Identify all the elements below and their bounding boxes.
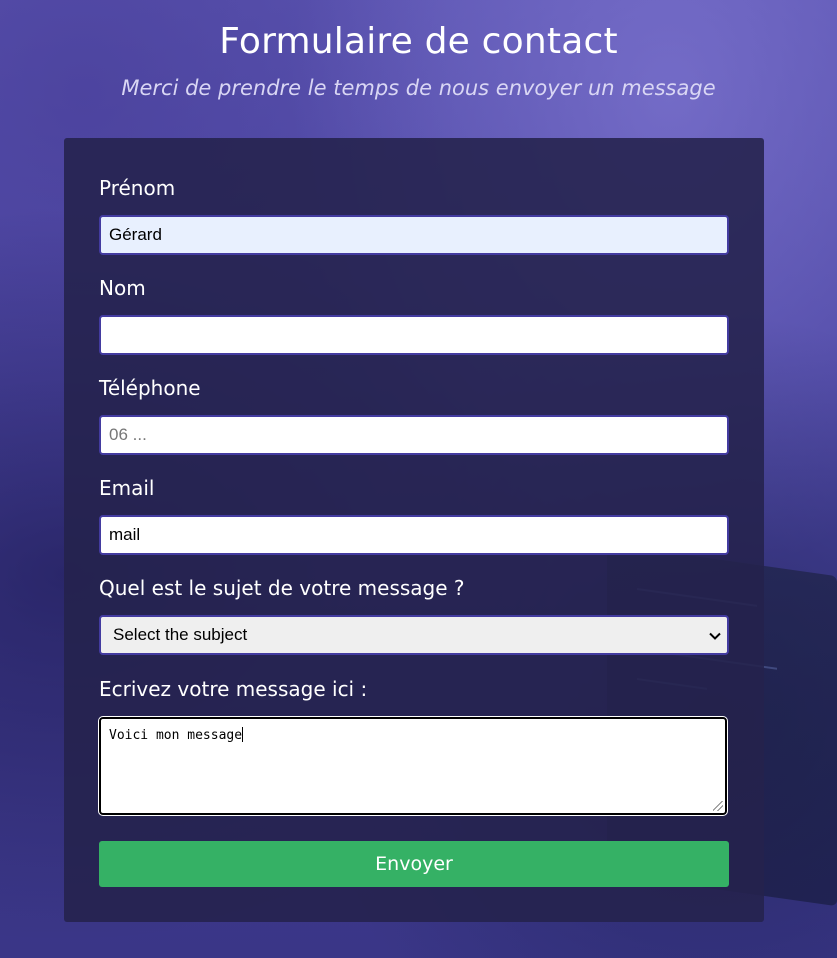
phone-group: Téléphone 06 ... bbox=[99, 374, 729, 455]
resize-handle-icon[interactable] bbox=[713, 801, 723, 811]
lastname-input[interactable] bbox=[99, 315, 729, 355]
phone-placeholder: 06 ... bbox=[109, 425, 147, 444]
page-title: Formulaire de contact bbox=[219, 21, 618, 62]
lastname-label: Nom bbox=[99, 276, 146, 300]
email-value: mail bbox=[109, 525, 141, 544]
firstname-value: Gérard bbox=[109, 225, 162, 244]
message-label: Ecrivez votre message ici : bbox=[99, 677, 368, 701]
subject-select[interactable]: Select the subject bbox=[99, 615, 729, 655]
firstname-group: Prénom Gérard bbox=[99, 174, 729, 255]
email-group: Email mail bbox=[99, 474, 729, 555]
subject-selected-value: Select the subject bbox=[113, 625, 248, 644]
message-group: Ecrivez votre message ici : Voici mon me… bbox=[98, 675, 729, 816]
text-caret bbox=[242, 727, 244, 742]
firstname-label: Prénom bbox=[99, 176, 176, 200]
lastname-group: Nom bbox=[99, 274, 729, 355]
phone-input[interactable]: 06 ... bbox=[99, 415, 729, 455]
phone-label: Téléphone bbox=[99, 376, 201, 400]
message-textarea[interactable]: Voici mon message bbox=[98, 716, 728, 816]
message-value: Voici mon message bbox=[109, 728, 243, 743]
contact-form: Prénom Gérard Nom Téléphone 06 ... Email… bbox=[64, 138, 764, 922]
email-label: Email bbox=[99, 476, 155, 500]
chevron-down-icon bbox=[707, 617, 723, 653]
page-subtitle: Merci de prendre le temps de nous envoye… bbox=[121, 76, 716, 100]
message-text: Voici mon message bbox=[109, 727, 244, 743]
page-header: Formulaire de contact Merci de prendre l… bbox=[0, 0, 837, 100]
subject-group: Quel est le sujet de votre message ? Sel… bbox=[99, 574, 729, 655]
submit-button[interactable]: Envoyer bbox=[99, 841, 729, 887]
email-input[interactable]: mail bbox=[99, 515, 729, 555]
subject-label: Quel est le sujet de votre message ? bbox=[99, 576, 465, 600]
firstname-input[interactable]: Gérard bbox=[99, 215, 729, 255]
